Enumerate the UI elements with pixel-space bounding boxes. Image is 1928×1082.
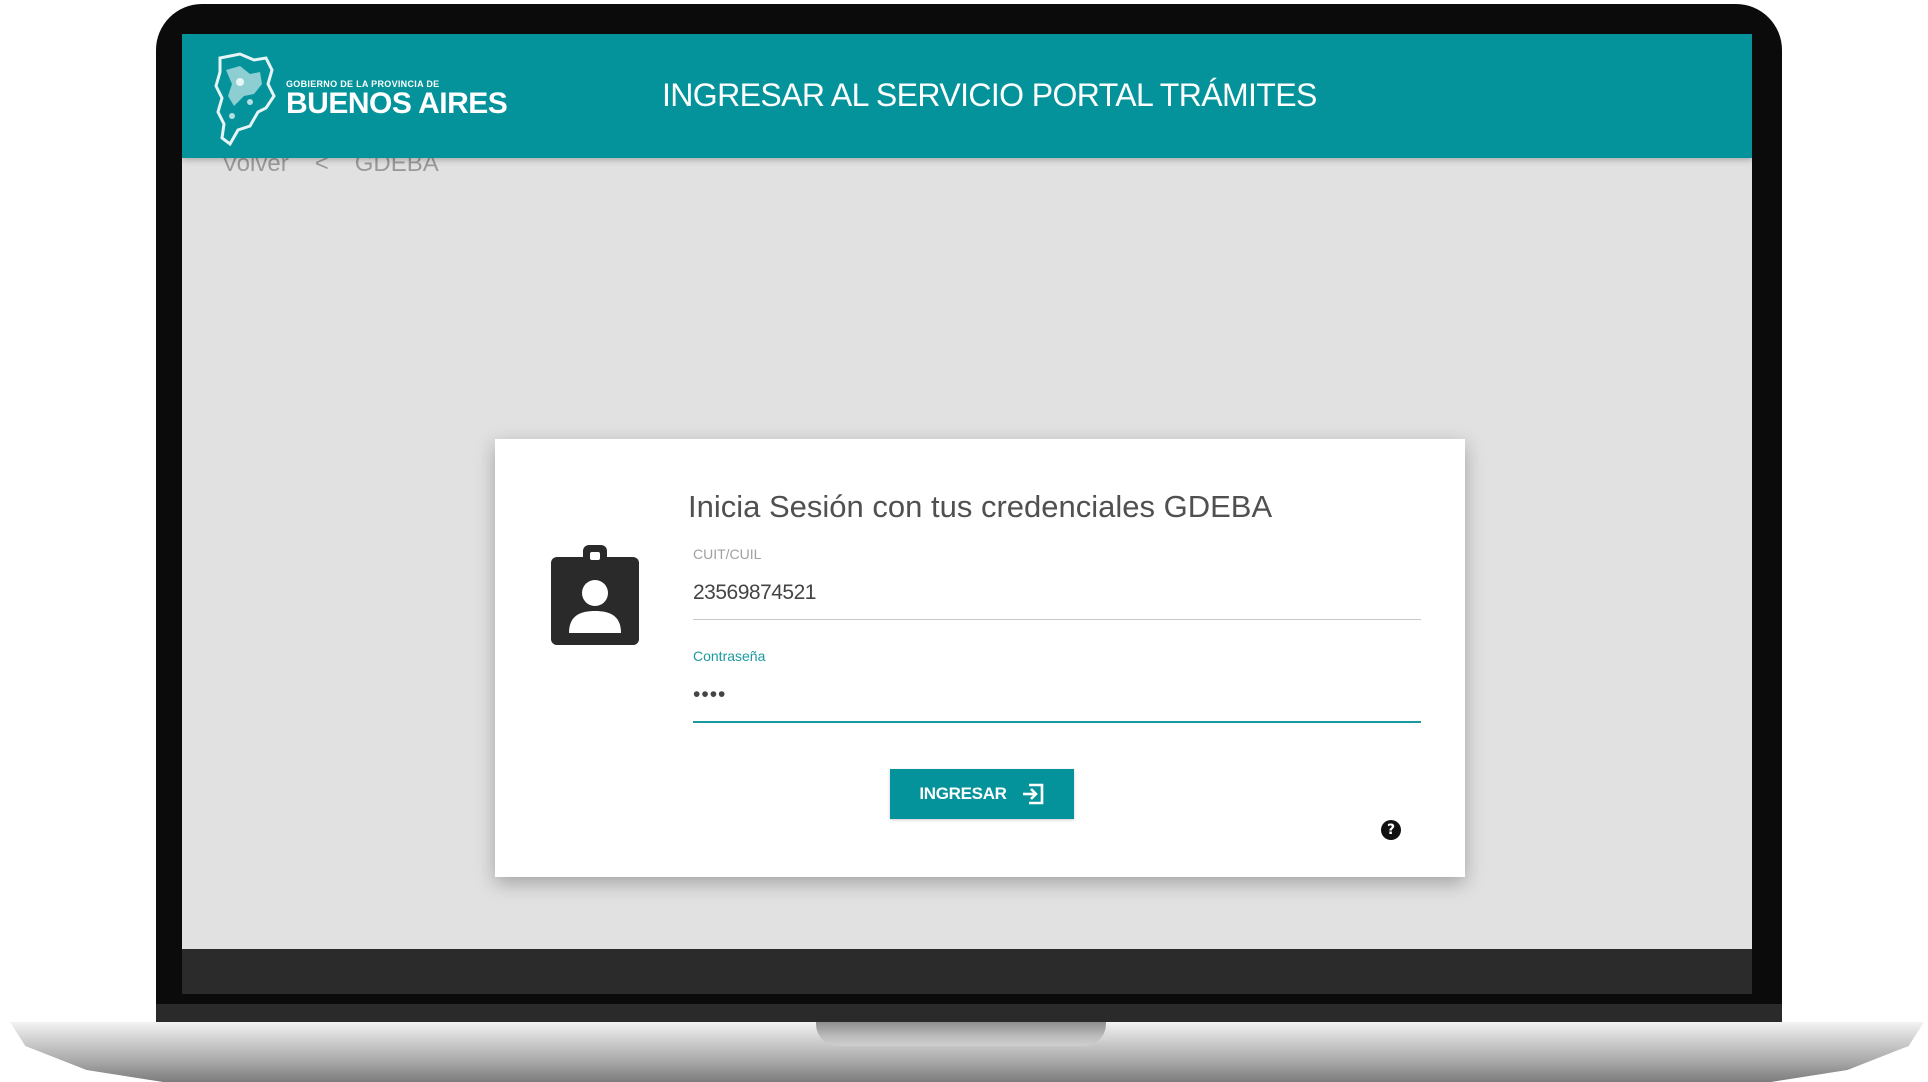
- laptop-notch: [816, 1022, 1106, 1046]
- password-field: Contraseña: [693, 647, 1421, 723]
- logo[interactable]: GOBIERNO DE LA PROVINCIA DE BUENOS AIRES: [210, 48, 508, 148]
- page-title: INGRESAR AL SERVICIO PORTAL TRÁMITES: [662, 77, 1317, 113]
- cuit-input[interactable]: [693, 581, 1421, 620]
- screen: Volver < GDEBA GOBIERNO DE LA PROVINCIA …: [182, 34, 1752, 994]
- app-header: GOBIERNO DE LA PROVINCIA DE BUENOS AIRES…: [182, 34, 1752, 158]
- ingresar-button-label: INGRESAR: [919, 784, 1007, 803]
- cuit-label: CUIT/CUIL: [693, 546, 762, 562]
- help-icon[interactable]: ?: [1381, 820, 1401, 840]
- cuit-field: CUIT/CUIL: [693, 545, 1421, 620]
- login-card: Inicia Sesión con tus credenciales GDEBA…: [495, 439, 1465, 877]
- password-label: Contraseña: [693, 648, 766, 664]
- login-icon: [1022, 783, 1043, 805]
- login-title: Inicia Sesión con tus credenciales GDEBA: [688, 489, 1273, 524]
- password-input[interactable]: [693, 683, 1421, 723]
- ingresar-button[interactable]: INGRESAR: [890, 769, 1074, 819]
- contact-badge-icon: [551, 545, 639, 645]
- province-map-logo: [214, 52, 276, 146]
- logo-text: GOBIERNO DE LA PROVINCIA DE BUENOS AIRES: [286, 79, 508, 120]
- footer-bar: [182, 949, 1752, 994]
- logo-title: BUENOS AIRES: [286, 86, 508, 120]
- laptop-hinge: [156, 1004, 1782, 1024]
